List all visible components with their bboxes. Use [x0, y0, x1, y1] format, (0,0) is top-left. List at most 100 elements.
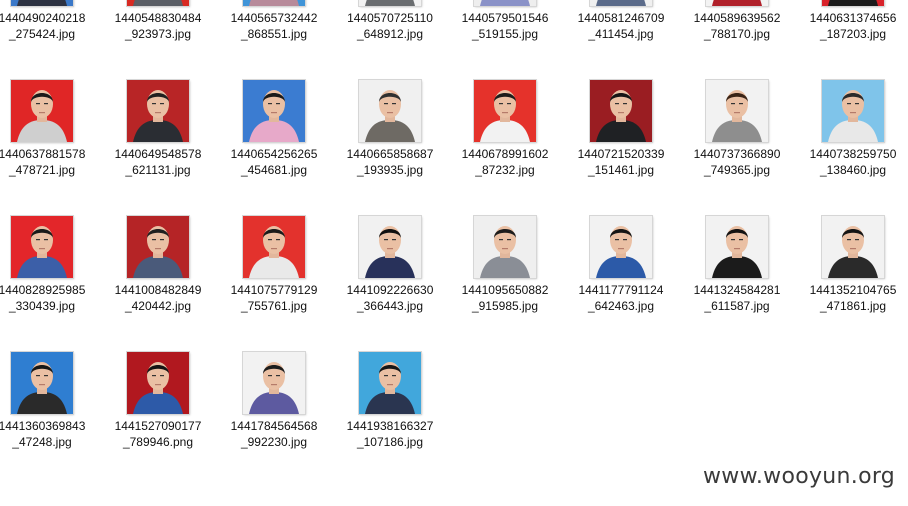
file-item[interactable]: 1440570725110 _648912.jpg: [332, 0, 448, 66]
file-name-line-1: 1440721520339: [577, 147, 665, 161]
image-thumbnail[interactable]: [590, 0, 652, 6]
file-item[interactable]: 1440654256265 _454681.jpg: [216, 80, 332, 202]
image-thumbnail[interactable]: [359, 216, 421, 278]
image-thumbnail[interactable]: [590, 80, 652, 142]
file-name-line-2: _915985.jpg: [471, 299, 539, 313]
file-name-line-2: _454681.jpg: [240, 163, 308, 177]
file-item[interactable]: 1440631374656 _187203.jpg: [795, 0, 908, 66]
file-item[interactable]: 1441938166327 _107186.jpg: [332, 352, 448, 474]
file-name-line-1: 1440654256265: [230, 147, 318, 161]
file-name-line-1: 1440570725110: [347, 11, 433, 25]
image-thumbnail[interactable]: [474, 0, 536, 6]
file-name-line-2: _749365.jpg: [703, 163, 771, 177]
image-thumbnail[interactable]: [127, 80, 189, 142]
image-thumbnail[interactable]: [359, 0, 421, 6]
image-thumbnail[interactable]: [590, 216, 652, 278]
file-name-line-2: _478721.jpg: [8, 163, 76, 177]
file-name-line-1: 1440649548578: [114, 147, 202, 161]
image-thumbnail[interactable]: [243, 352, 305, 414]
file-name-line-1: 1441095650882: [461, 283, 549, 297]
file-name-line-1: 1440589639562: [693, 11, 781, 25]
file-name-line-2: _648912.jpg: [356, 27, 424, 41]
image-thumbnail[interactable]: [822, 0, 884, 6]
image-thumbnail[interactable]: [706, 80, 768, 142]
image-thumbnail[interactable]: [474, 216, 536, 278]
file-name-line-2: _193935.jpg: [356, 163, 424, 177]
file-name-line-2: _789946.png: [122, 435, 194, 449]
file-name-line-1: 1440579501546: [461, 11, 549, 25]
file-item[interactable]: 1440828925985 _330439.jpg: [0, 216, 100, 338]
file-item[interactable]: 1441324584281 _611587.jpg: [679, 216, 795, 338]
file-icon-grid: 1440490240218 _275424.jpg 1440548830484 _9…: [0, 0, 908, 506]
image-thumbnail[interactable]: [127, 216, 189, 278]
file-item[interactable]: 1441360369843 _47248.jpg: [0, 352, 100, 474]
file-item[interactable]: 1440649548578 _621131.jpg: [100, 80, 216, 202]
image-thumbnail[interactable]: [359, 80, 421, 142]
file-name-line-1: 1441938166327: [346, 419, 434, 433]
file-name-line-2: _411454.jpg: [588, 27, 654, 41]
file-item[interactable]: 1441092226630 _366443.jpg: [332, 216, 448, 338]
file-item[interactable]: 1441527090177 _789946.png: [100, 352, 216, 474]
image-thumbnail[interactable]: [243, 80, 305, 142]
file-item[interactable]: 1440548830484 _923973.jpg: [100, 0, 216, 66]
file-name-line-2: _868551.jpg: [240, 27, 308, 41]
file-name-line-2: _621131.jpg: [125, 163, 191, 177]
image-thumbnail[interactable]: [243, 0, 305, 6]
image-thumbnail[interactable]: [359, 352, 421, 414]
file-name-line-2: _107186.jpg: [356, 435, 424, 449]
image-thumbnail[interactable]: [706, 0, 768, 6]
file-name-line-2: _151461.jpg: [587, 163, 655, 177]
file-name-line-1: 1441177791124: [578, 283, 664, 297]
file-item[interactable]: 1441095650882 _915985.jpg: [447, 216, 563, 338]
image-thumbnail[interactable]: [11, 216, 73, 278]
file-item[interactable]: 1440737366890 _749365.jpg: [679, 80, 795, 202]
file-name-line-2: _138460.jpg: [819, 163, 887, 177]
file-item[interactable]: 1440581246709 _411454.jpg: [563, 0, 679, 66]
file-name-line-2: _366443.jpg: [356, 299, 424, 313]
file-name-line-2: _330439.jpg: [8, 299, 76, 313]
file-name-line-2: _187203.jpg: [819, 27, 887, 41]
file-item[interactable]: 1440589639562 _788170.jpg: [679, 0, 795, 66]
file-name-line-1: 1440665858687: [346, 147, 434, 161]
image-thumbnail[interactable]: [11, 352, 73, 414]
file-name-line-1: 1440631374656: [809, 11, 897, 25]
file-item[interactable]: 1441352104765 _471861.jpg: [795, 216, 908, 338]
file-item[interactable]: 1441177791124 _642463.jpg: [563, 216, 679, 338]
file-item[interactable]: 1440565732442 _868551.jpg: [216, 0, 332, 66]
file-name-line-1: 1441527090177: [114, 419, 202, 433]
file-name-line-1: 1441008482849: [114, 283, 202, 297]
file-item[interactable]: 1441008482849 _420442.jpg: [100, 216, 216, 338]
file-name-line-1: 1440490240218: [0, 11, 86, 25]
file-name-line-1: 1441324584281: [693, 283, 781, 297]
file-name-line-2: _788170.jpg: [703, 27, 771, 41]
file-name-line-1: 1441092226630: [346, 283, 434, 297]
file-item[interactable]: 1440579501546 _519155.jpg: [447, 0, 563, 66]
file-item[interactable]: 1440665858687 _193935.jpg: [332, 80, 448, 202]
file-name-line-1: 1440565732442: [230, 11, 318, 25]
image-thumbnail[interactable]: [474, 80, 536, 142]
image-thumbnail[interactable]: [706, 216, 768, 278]
image-thumbnail[interactable]: [243, 216, 305, 278]
image-thumbnail[interactable]: [127, 352, 189, 414]
image-thumbnail[interactable]: [11, 0, 73, 6]
image-thumbnail[interactable]: [822, 80, 884, 142]
file-item[interactable]: 1440490240218 _275424.jpg: [0, 0, 100, 66]
file-item[interactable]: 1441075779129 _755761.jpg: [216, 216, 332, 338]
file-name-line-1: 1440738259750: [809, 147, 897, 161]
file-item[interactable]: 1440637881578 _478721.jpg: [0, 80, 100, 202]
image-thumbnail[interactable]: [822, 216, 884, 278]
file-item[interactable]: 1440738259750 _138460.jpg: [795, 80, 908, 202]
file-name-line-1: 1440581246709: [577, 11, 665, 25]
file-name-line-1: 1441352104765: [809, 283, 897, 297]
file-name-line-2: _519155.jpg: [471, 27, 539, 41]
file-name-line-2: _755761.jpg: [240, 299, 308, 313]
file-item[interactable]: 1440721520339 _151461.jpg: [563, 80, 679, 202]
file-item[interactable]: 1440678991602 _87232.jpg: [447, 80, 563, 202]
file-name-line-1: 1440637881578: [0, 147, 86, 161]
file-name-line-1: 1440828925985: [0, 283, 86, 297]
file-item[interactable]: 1441784564568 _992230.jpg: [216, 352, 332, 474]
image-thumbnail[interactable]: [127, 0, 189, 6]
file-name-line-2: _611587.jpg: [704, 299, 770, 313]
image-thumbnail[interactable]: [11, 80, 73, 142]
file-name-line-1: 1441784564568: [230, 419, 318, 433]
